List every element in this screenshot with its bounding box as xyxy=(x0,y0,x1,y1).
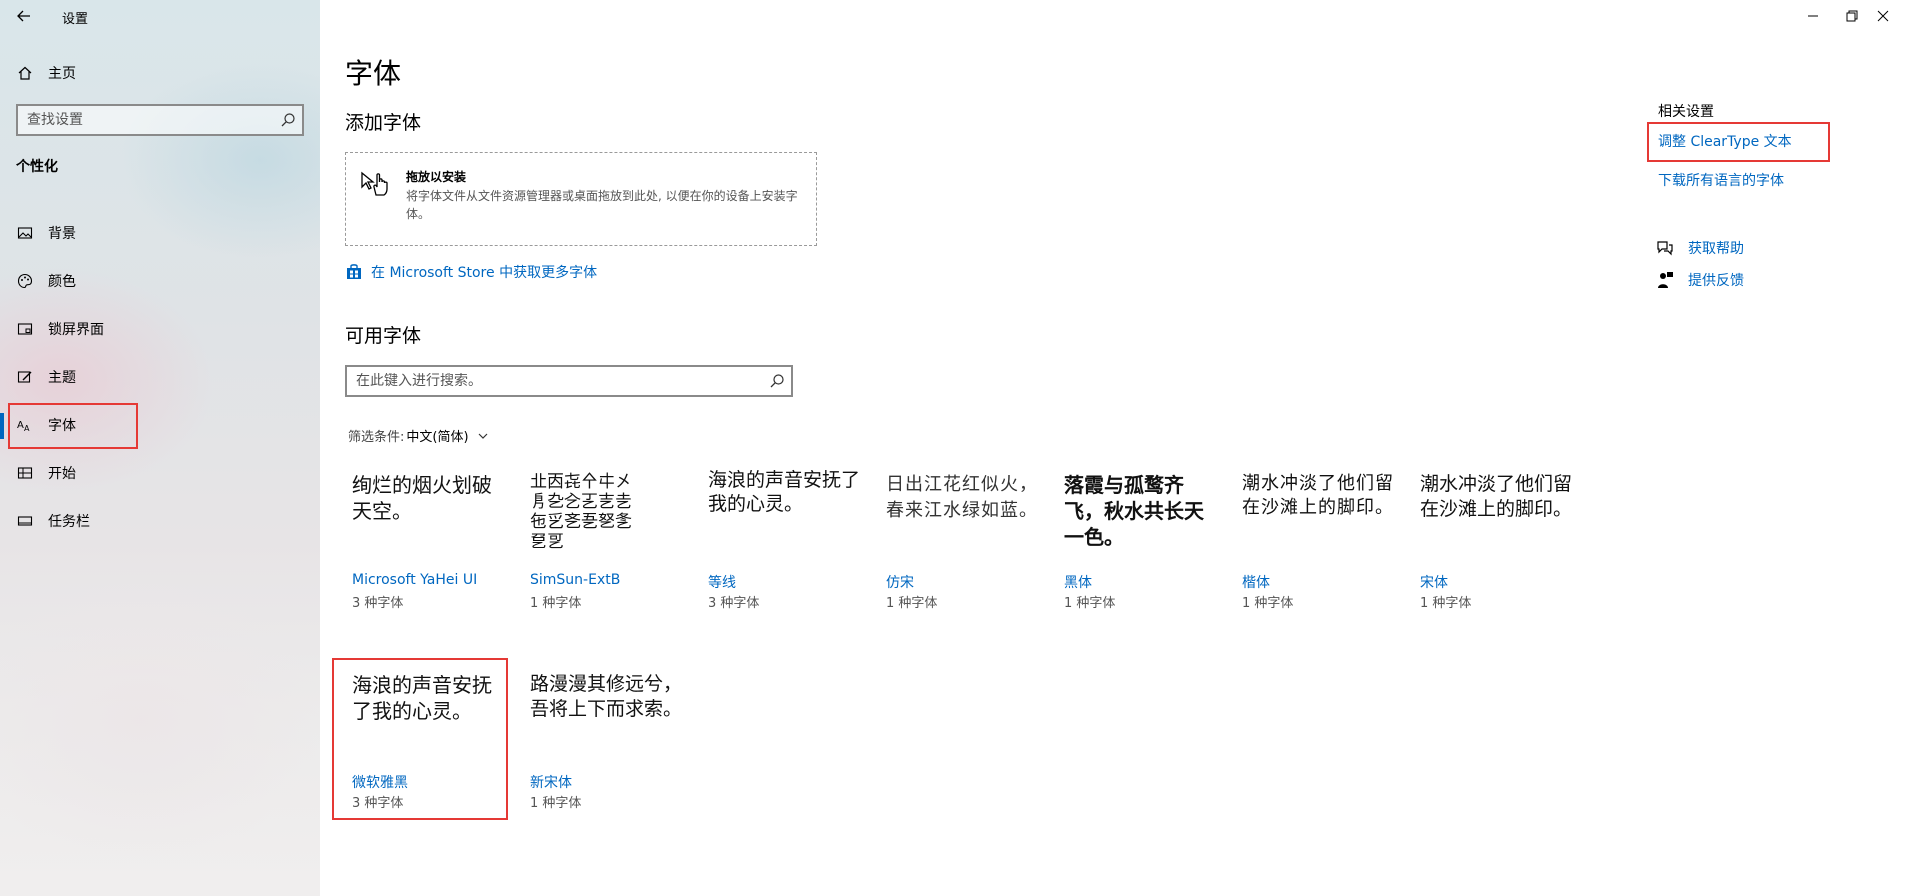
feedback-person-icon xyxy=(1656,271,1674,289)
sidebar: 设置 主页 个性化 背景 颜色 锁屏界面 xyxy=(0,0,320,896)
sidebar-item-fonts[interactable]: AA 字体 xyxy=(0,401,320,449)
font-card[interactable]: 落霞与孤鹜齐飞，秋水共长天一色。 黑体 1 种字体 xyxy=(1056,462,1226,658)
font-count: 1 种字体 xyxy=(530,596,582,611)
sidebar-item-taskbar[interactable]: 任务栏 xyxy=(0,497,320,545)
drop-zone-title: 拖放以安装 xyxy=(406,170,467,184)
restore-icon xyxy=(1846,10,1858,22)
download-fonts-link[interactable]: 下载所有语言的字体 xyxy=(1658,170,1784,190)
font-sample: 路漫漫其修远兮，吾将上下而求索。 xyxy=(530,673,683,720)
lock-screen-icon xyxy=(16,320,34,338)
font-card[interactable]: 海浪的声音安抚了我的心灵。 等线 3 种字体 xyxy=(700,462,870,658)
font-card[interactable]: 绚烂的烟火划破天空。 Microsoft YaHei UI 3 种字体 xyxy=(344,462,514,658)
font-name: 仿宋 xyxy=(886,575,914,591)
taskbar-icon xyxy=(16,512,34,530)
app-title: 设置 xyxy=(62,12,89,27)
filter-label: 筛选条件: xyxy=(348,430,405,445)
related-settings-title: 相关设置 xyxy=(1658,104,1714,120)
font-count: 1 种字体 xyxy=(1420,596,1472,611)
font-sample: 海浪的声音安抚了我的心灵。 xyxy=(708,469,861,515)
close-button[interactable] xyxy=(1860,2,1906,30)
section-title: 个性化 xyxy=(16,159,58,175)
sidebar-item-start[interactable]: 开始 xyxy=(0,449,320,497)
filter-value: 中文(简体) xyxy=(406,430,469,445)
get-help-label: 获取帮助 xyxy=(1688,241,1744,257)
search-icon[interactable] xyxy=(769,373,785,389)
available-fonts-heading: 可用字体 xyxy=(345,325,422,347)
sidebar-item-themes[interactable]: 主题 xyxy=(0,353,320,401)
get-help-link[interactable]: 获取帮助 xyxy=(1656,238,1744,258)
font-card[interactable]: 日出江花红似火，春来江水绿如蓝。 仿宋 1 种字体 xyxy=(878,462,1048,658)
sidebar-item-lock-screen[interactable]: 锁屏界面 xyxy=(0,305,320,353)
font-sample: 潮水冲淡了他们留在沙滩上的脚印。 xyxy=(1242,473,1394,518)
sidebar-item-label: 主题 xyxy=(48,370,76,386)
font-card[interactable]: 潮水冲淡了他们留在沙滩上的脚印。 宋体 1 种字体 xyxy=(1412,462,1582,658)
font-search[interactable] xyxy=(345,365,793,397)
font-card[interactable]: 海浪的声音安抚了我的心灵。 微软雅黑 3 种字体 xyxy=(332,658,514,858)
font-card[interactable]: 㐀㐁㐂㐃㐄㐅㐆㐇㐈㐉㐊㐋㐌㐍㐎㐏㐐㐑㐒㐓 SimSun-ExtB 1 种字体 xyxy=(522,462,692,658)
font-sample: 潮水冲淡了他们留在沙滩上的脚印。 xyxy=(1420,473,1573,520)
store-link-label: 在 Microsoft Store 中获取更多字体 xyxy=(371,265,598,281)
font-sample: 落霞与孤鹜齐飞，秋水共长天一色。 xyxy=(1064,473,1204,549)
sidebar-item-label: 锁屏界面 xyxy=(48,322,104,338)
font-card[interactable]: 路漫漫其修远兮，吾将上下而求索。 新宋体 1 种字体 xyxy=(522,662,692,858)
font-sample: 海浪的声音安抚了我的心灵。 xyxy=(352,673,492,723)
language-filter[interactable]: 筛选条件: 中文(简体) xyxy=(348,426,489,445)
add-fonts-heading: 添加字体 xyxy=(345,112,422,134)
font-count: 1 种字体 xyxy=(530,796,582,811)
font-name: 宋体 xyxy=(1420,575,1448,591)
sidebar-item-label: 颜色 xyxy=(48,274,76,290)
font-count: 1 种字体 xyxy=(1242,596,1294,611)
font-name: 新宋体 xyxy=(530,775,572,791)
sidebar-item-label: 开始 xyxy=(48,466,76,482)
sidebar-item-label: 任务栏 xyxy=(48,514,90,530)
back-button[interactable] xyxy=(14,6,34,26)
font-name: SimSun-ExtB xyxy=(530,572,621,588)
font-count: 1 种字体 xyxy=(886,596,938,611)
store-bag-icon xyxy=(345,263,363,281)
palette-icon xyxy=(16,272,34,290)
chevron-down-icon xyxy=(478,433,487,439)
settings-search[interactable] xyxy=(16,104,304,136)
feedback-label: 提供反馈 xyxy=(1688,273,1744,289)
font-sample: 绚烂的烟火划破天空。 xyxy=(352,473,492,523)
font-name: 楷体 xyxy=(1242,575,1270,591)
font-name: 微软雅黑 xyxy=(352,775,408,791)
font-drop-zone[interactable]: 拖放以安装 将字体文件从文件资源管理器或桌面拖放到此处, 以便在你的设备上安装字… xyxy=(345,152,817,246)
help-chat-icon xyxy=(1656,239,1674,257)
font-card[interactable]: 潮水冲淡了他们留在沙滩上的脚印。 楷体 1 种字体 xyxy=(1234,462,1404,658)
font-name: 等线 xyxy=(708,575,736,591)
sidebar-item-label: 背景 xyxy=(48,226,76,242)
search-icon[interactable] xyxy=(280,112,296,128)
font-count: 1 种字体 xyxy=(1064,596,1116,611)
font-count: 3 种字体 xyxy=(708,596,760,611)
close-icon xyxy=(1877,10,1889,22)
drag-hand-cursor-icon xyxy=(360,165,394,199)
picture-icon xyxy=(16,224,34,242)
sidebar-item-home[interactable]: 主页 xyxy=(0,58,320,88)
font-name: 黑体 xyxy=(1064,575,1092,591)
theme-brush-icon xyxy=(16,368,34,386)
font-name: Microsoft YaHei UI xyxy=(352,572,478,588)
sidebar-item-label: 主页 xyxy=(48,66,76,82)
page-title: 字体 xyxy=(345,57,402,90)
settings-search-input[interactable] xyxy=(18,112,268,128)
feedback-link[interactable]: 提供反馈 xyxy=(1656,270,1744,290)
font-count: 3 种字体 xyxy=(352,596,404,611)
home-icon xyxy=(16,64,34,82)
minimize-icon xyxy=(1808,15,1818,17)
nav-list: 背景 颜色 锁屏界面 主题 AA 字体 开始 任务栏 xyxy=(0,209,320,545)
sidebar-item-colors[interactable]: 颜色 xyxy=(0,257,320,305)
highlight-box xyxy=(8,403,138,449)
font-search-input[interactable] xyxy=(347,373,747,389)
start-tiles-icon xyxy=(16,464,34,482)
sidebar-item-background[interactable]: 背景 xyxy=(0,209,320,257)
store-link[interactable]: 在 Microsoft Store 中获取更多字体 xyxy=(345,262,597,282)
back-arrow-icon xyxy=(17,10,30,22)
font-count: 3 种字体 xyxy=(352,796,404,811)
font-sample: 㐀㐁㐂㐃㐄㐅㐆㐇㐈㐉㐊㐋㐌㐍㐎㐏㐐㐑㐒㐓 xyxy=(530,472,632,552)
cleartype-link[interactable]: 调整 ClearType 文本 xyxy=(1658,131,1792,151)
font-sample: 日出江花红似火，春来江水绿如蓝。 xyxy=(886,474,1038,521)
drop-zone-description: 将字体文件从文件资源管理器或桌面拖放到此处, 以便在你的设备上安装字体。 xyxy=(406,189,798,221)
active-indicator xyxy=(0,413,4,439)
